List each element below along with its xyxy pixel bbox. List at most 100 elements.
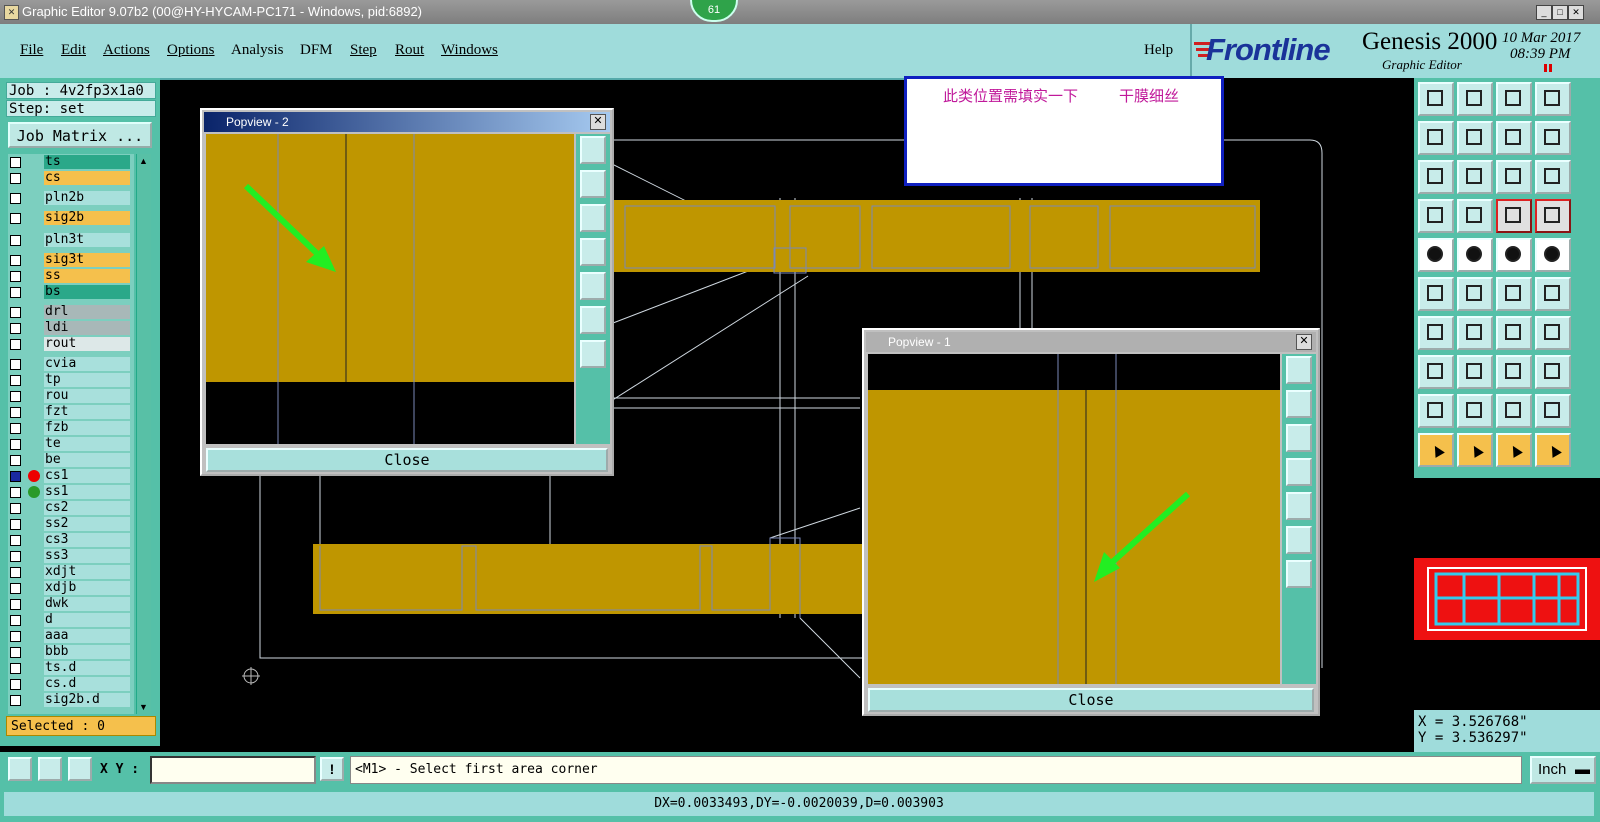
layer-checkbox[interactable] bbox=[10, 271, 21, 282]
layer-row[interactable]: ss2 bbox=[8, 516, 134, 532]
route-icon[interactable] bbox=[1535, 121, 1571, 155]
layer-checkbox[interactable] bbox=[10, 519, 21, 530]
pad-icon[interactable] bbox=[1418, 238, 1454, 272]
arrow-triangle-icon[interactable] bbox=[1457, 394, 1493, 428]
layer-name[interactable]: ss1 bbox=[44, 485, 130, 499]
layer-row[interactable]: ts bbox=[8, 154, 134, 170]
layer-row[interactable]: xdjb bbox=[8, 580, 134, 596]
layer-row[interactable]: rout bbox=[8, 336, 134, 352]
layer-row[interactable]: ss3 bbox=[8, 548, 134, 564]
layer-name[interactable]: xdjt bbox=[44, 565, 130, 579]
menu-step[interactable]: Step bbox=[350, 42, 377, 59]
layer-checkbox[interactable] bbox=[10, 235, 21, 246]
menu-file[interactable]: File bbox=[20, 42, 43, 59]
zoom-in-icon[interactable] bbox=[1286, 560, 1312, 588]
center-icon[interactable] bbox=[1457, 160, 1493, 194]
minimize-button[interactable]: _ bbox=[1536, 5, 1552, 20]
layer-row[interactable]: be bbox=[8, 452, 134, 468]
help-icon[interactable] bbox=[1535, 160, 1571, 194]
layer-name[interactable]: drl bbox=[44, 305, 130, 319]
measure-icon[interactable] bbox=[1496, 355, 1532, 389]
layer-checkbox[interactable] bbox=[10, 647, 21, 658]
layer-row[interactable]: pln2b bbox=[8, 190, 134, 206]
pan-left-icon[interactable] bbox=[580, 238, 606, 266]
home-icon[interactable] bbox=[1496, 82, 1532, 116]
layer-colors-icon[interactable] bbox=[1496, 199, 1532, 233]
layer-checkbox[interactable] bbox=[10, 375, 21, 386]
triangle-icon[interactable] bbox=[1418, 394, 1454, 428]
select-box-icon[interactable]: ▶ bbox=[1457, 433, 1493, 467]
layer-checkbox[interactable] bbox=[10, 157, 21, 168]
layer-name[interactable]: aaa bbox=[44, 629, 130, 643]
a-shape-icon[interactable] bbox=[1496, 394, 1532, 428]
layer-checkbox[interactable] bbox=[10, 615, 21, 626]
node-icon[interactable] bbox=[1496, 277, 1532, 311]
layer-row[interactable]: cs3 bbox=[8, 532, 134, 548]
pan-left-icon[interactable] bbox=[1286, 458, 1312, 486]
minus-icon[interactable] bbox=[1457, 355, 1493, 389]
move-right-icon[interactable] bbox=[1457, 121, 1493, 155]
layer-row[interactable]: pln3t bbox=[8, 232, 134, 248]
popview-1-canvas[interactable] bbox=[868, 354, 1280, 684]
layer-checkbox[interactable] bbox=[10, 503, 21, 514]
layer-name[interactable]: ldi bbox=[44, 321, 130, 335]
layer-row[interactable]: bs bbox=[8, 284, 134, 300]
layer-name[interactable]: be bbox=[44, 453, 130, 467]
move-up-icon[interactable] bbox=[1418, 82, 1454, 116]
layer-row[interactable]: sig3t bbox=[8, 252, 134, 268]
layer-checkbox[interactable] bbox=[10, 583, 21, 594]
menu-windows[interactable]: Windows bbox=[441, 42, 498, 59]
scale-icon[interactable] bbox=[1496, 160, 1532, 194]
layer-checkbox[interactable] bbox=[10, 631, 21, 642]
edit-icon[interactable] bbox=[1418, 199, 1454, 233]
layer-name[interactable]: bbb bbox=[44, 645, 130, 659]
job-matrix-button[interactable]: Job Matrix ... bbox=[8, 122, 152, 148]
layer-name[interactable]: dwk bbox=[44, 597, 130, 611]
grid-icon[interactable] bbox=[1457, 199, 1493, 233]
layer-checkbox[interactable] bbox=[10, 173, 21, 184]
pointer-icon[interactable]: ▶ bbox=[1418, 433, 1454, 467]
layer-checkbox[interactable] bbox=[10, 567, 21, 578]
layer-row[interactable]: d bbox=[8, 612, 134, 628]
layer-name[interactable]: tp bbox=[44, 373, 130, 387]
layer-row[interactable]: fzt bbox=[8, 404, 134, 420]
layer-checkbox[interactable] bbox=[10, 255, 21, 266]
swap-icon[interactable] bbox=[1496, 121, 1532, 155]
pan-up-icon[interactable] bbox=[580, 170, 606, 198]
pan-up-icon[interactable] bbox=[1286, 390, 1312, 418]
popview-2-close-icon[interactable]: ✕ bbox=[590, 114, 606, 130]
layer-name[interactable]: sig2b bbox=[44, 211, 130, 225]
layer-name[interactable]: ss bbox=[44, 269, 130, 283]
undo-icon[interactable] bbox=[1496, 316, 1532, 350]
menu-help[interactable]: Help bbox=[1144, 42, 1173, 59]
layer-checkbox[interactable] bbox=[10, 359, 21, 370]
layer-row[interactable]: te bbox=[8, 436, 134, 452]
popview-1-close-button[interactable]: Close bbox=[868, 688, 1314, 712]
layer-name[interactable]: cs.d bbox=[44, 677, 130, 691]
layer-checkbox[interactable] bbox=[10, 551, 21, 562]
menu-edit[interactable]: Edit bbox=[61, 42, 86, 59]
layer-name[interactable]: xdjb bbox=[44, 581, 130, 595]
layer-scrollbar[interactable]: ▲ ▼ bbox=[136, 154, 151, 714]
select-arrow-icon[interactable]: ▶ bbox=[1496, 433, 1532, 467]
line-icon[interactable] bbox=[1457, 238, 1493, 272]
move-down-icon[interactable] bbox=[1457, 82, 1493, 116]
zoom-out-icon[interactable] bbox=[1286, 526, 1312, 554]
layer-name[interactable]: rout bbox=[44, 337, 130, 351]
scroll-up-icon[interactable]: ▲ bbox=[139, 156, 148, 166]
layer-checkbox[interactable] bbox=[10, 455, 21, 466]
popview-1-close-icon[interactable]: ✕ bbox=[1296, 334, 1312, 350]
layer-name[interactable]: cs3 bbox=[44, 533, 130, 547]
layer-checkbox[interactable] bbox=[10, 599, 21, 610]
layer-row[interactable]: ss bbox=[8, 268, 134, 284]
pan-right-icon[interactable] bbox=[580, 272, 606, 300]
layer-row[interactable]: tp bbox=[8, 372, 134, 388]
layer-checkbox[interactable] bbox=[10, 213, 21, 224]
maximize-button[interactable]: □ bbox=[1552, 5, 1568, 20]
layer-name[interactable]: fzb bbox=[44, 421, 130, 435]
menu-actions[interactable]: Actions bbox=[103, 42, 150, 59]
xy-input[interactable] bbox=[150, 756, 316, 784]
angle-icon[interactable] bbox=[1418, 316, 1454, 350]
layer-row[interactable]: bbb bbox=[8, 644, 134, 660]
layer-row[interactable]: drl bbox=[8, 304, 134, 320]
